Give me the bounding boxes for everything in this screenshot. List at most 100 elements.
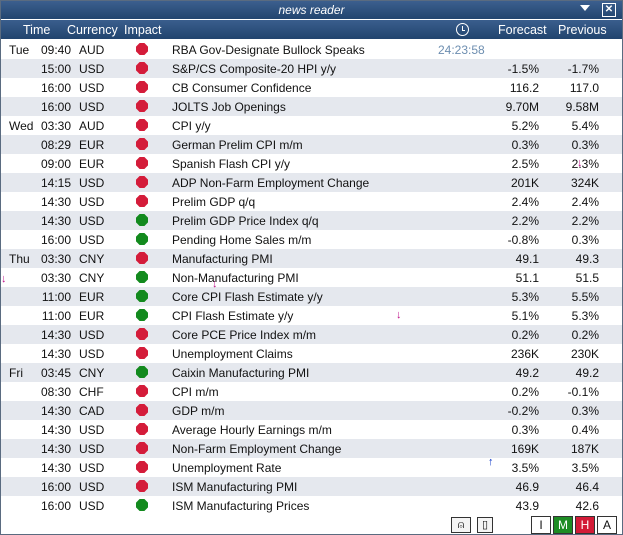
event-time: 14:30 xyxy=(40,195,71,209)
high-impact-icon xyxy=(136,62,148,74)
event-name: German Prelim CPI m/m xyxy=(172,138,303,152)
currency-code: CNY xyxy=(79,271,105,285)
event-name: Pending Home Sales m/m xyxy=(172,233,312,247)
filter-medium-button[interactable]: M xyxy=(553,516,573,534)
previous-value: 0.3% xyxy=(571,138,599,152)
currency-code: USD xyxy=(79,233,105,247)
currency-code: USD xyxy=(79,461,105,475)
forecast-value: 3.5% xyxy=(511,461,539,475)
previous-value: 9.58M xyxy=(565,100,599,114)
header-previous[interactable]: Previous xyxy=(558,23,607,37)
window-mode-icon[interactable]: ▯ xyxy=(477,517,493,533)
currency-code: USD xyxy=(79,347,105,361)
event-time: 14:30 xyxy=(40,461,71,475)
event-row[interactable]: 09:00 EUR Spanish Flash CPI y/y 2.5% 2.3% xyxy=(1,154,622,173)
filter-high-button[interactable]: H xyxy=(575,516,595,534)
medium-impact-icon xyxy=(136,309,148,321)
event-time: 03:30 xyxy=(40,119,71,133)
event-row[interactable]: 03:30 CNY Non-Manufacturing PMI 51.1 51.5 xyxy=(1,268,622,287)
event-row[interactable]: 14:30 USD Prelim GDP q/q 2.4% 2.4% xyxy=(1,192,622,211)
event-row[interactable]: 16:00 USD ISM Manufacturing Prices 43.9 42.6 xyxy=(1,496,622,515)
event-row[interactable]: 14:30 USD Prelim GDP Price Index q/q 2.2% 2.… xyxy=(1,211,622,230)
title-bar[interactable]: news reader ✕ xyxy=(1,1,622,19)
event-name: Caixin Manufacturing PMI xyxy=(172,366,310,380)
high-impact-icon xyxy=(136,252,148,264)
alarm-bell-icon[interactable]: ⍝ xyxy=(451,517,471,533)
previous-value: -1.7% xyxy=(567,62,599,76)
up-arrow-icon: ↑ xyxy=(488,456,494,468)
header-impact[interactable]: Impact xyxy=(124,23,162,37)
event-time: 11:00 xyxy=(41,309,71,323)
currency-code: EUR xyxy=(79,290,105,304)
event-row[interactable]: 14:30 USD Unemployment Rate 3.5% 3.5% xyxy=(1,458,622,477)
event-row[interactable]: 14:30 USD Non-Farm Employment Change 169K 18… xyxy=(1,439,622,458)
event-name: Non-Farm Employment Change xyxy=(172,442,342,456)
down-arrow-icon: ↓ xyxy=(577,157,583,169)
event-row[interactable]: 11:00 EUR CPI Flash Estimate y/y 5.1% 5.3% xyxy=(1,306,622,325)
event-row[interactable]: 14:15 USD ADP Non-Farm Employment Change 20… xyxy=(1,173,622,192)
forecast-value: 43.9 xyxy=(515,499,539,513)
event-row[interactable]: 16:00 USD ISM Manufacturing PMI 46.9 46.4 xyxy=(1,477,622,496)
event-row[interactable]: 16:00 USD CB Consumer Confidence 116.2 117.0 xyxy=(1,78,622,97)
forecast-value: 49.2 xyxy=(515,366,539,380)
event-row[interactable]: 08:29 EUR German Prelim CPI m/m 0.3% 0.3% xyxy=(1,135,622,154)
event-row[interactable]: 15:00 USD S&P/CS Composite-20 HPI y/y -1.5%… xyxy=(1,59,622,78)
forecast-value: -0.2% xyxy=(507,404,539,418)
currency-code: USD xyxy=(79,176,105,190)
forecast-value: 0.2% xyxy=(511,328,539,342)
event-name: Unemployment Claims xyxy=(172,347,293,361)
event-time: 14:30 xyxy=(40,214,71,228)
event-name: Core CPI Flash Estimate y/y xyxy=(172,290,323,304)
event-row[interactable]: 16:00 USD JOLTS Job Openings 9.70M 9.58M xyxy=(1,97,622,116)
event-row[interactable]: 14:30 USD Core PCE Price Index m/m 0.2% 0.2% xyxy=(1,325,622,344)
close-icon[interactable]: ✕ xyxy=(602,3,616,17)
event-row[interactable]: 14:30 USD Unemployment Claims 236K 230K xyxy=(1,344,622,363)
event-name: Non-Manufacturing PMI xyxy=(172,271,299,285)
event-row[interactable]: 16:00 USD Pending Home Sales m/m -0.8% 0.3% xyxy=(1,230,622,249)
event-time: 16:00 xyxy=(40,100,71,114)
previous-value: 2.3% xyxy=(571,157,599,171)
event-row[interactable]: 08:30 CHF CPI m/m 0.2% -0.1% xyxy=(1,382,622,401)
event-time: 16:00 xyxy=(40,480,71,494)
currency-code: EUR xyxy=(79,138,105,152)
currency-code: EUR xyxy=(79,309,105,323)
event-row[interactable]: Wed 03:30 AUD CPI y/y 5.2% 5.4% xyxy=(1,116,622,135)
forecast-value: 5.1% xyxy=(511,309,539,323)
down-arrow-icon: ↓ xyxy=(212,278,218,290)
event-row[interactable]: 14:30 USD Average Hourly Earnings m/m 0.3% 0… xyxy=(1,420,622,439)
filter-low-button[interactable]: I xyxy=(531,516,551,534)
high-impact-icon xyxy=(136,404,148,416)
header-forecast[interactable]: Forecast xyxy=(498,23,547,37)
event-time: 14:15 xyxy=(40,176,71,190)
high-impact-icon xyxy=(136,461,148,473)
previous-value: 0.4% xyxy=(571,423,599,437)
event-row[interactable]: Tue 09:40 AUD RBA Gov-Designate Bullock Spe… xyxy=(1,40,622,59)
countdown-clock-icon xyxy=(456,23,469,36)
event-name: Unemployment Rate xyxy=(172,461,282,475)
previous-value: 5.4% xyxy=(571,119,599,133)
event-name: Spanish Flash CPI y/y xyxy=(172,157,291,171)
down-arrow-icon: ↓ xyxy=(396,309,402,321)
high-impact-icon xyxy=(136,195,148,207)
forecast-value: 2.2% xyxy=(511,214,539,228)
event-time: 16:00 xyxy=(40,499,71,513)
previous-value: 46.4 xyxy=(575,480,599,494)
currency-code: CAD xyxy=(79,404,105,418)
event-row[interactable]: 11:00 EUR Core CPI Flash Estimate y/y 5.3% 5… xyxy=(1,287,622,306)
forecast-value: 116.2 xyxy=(509,81,539,95)
event-time: 03:30 xyxy=(40,252,71,266)
event-row[interactable]: Fri 03:45 CNY Caixin Manufacturing PMI 49.2 4… xyxy=(1,363,622,382)
event-list: Tue 09:40 AUD RBA Gov-Designate Bullock Spe… xyxy=(1,40,622,515)
forecast-value: 201K xyxy=(510,176,539,190)
event-row[interactable]: 14:30 CAD GDP m/m -0.2% 0.3% xyxy=(1,401,622,420)
event-row[interactable]: Thu 03:30 CNY Manufacturing PMI 49.1 49.3 xyxy=(1,249,622,268)
event-name: Prelim GDP Price Index q/q xyxy=(172,214,319,228)
header-time[interactable]: Time xyxy=(23,23,50,37)
high-impact-icon xyxy=(136,480,148,492)
previous-value: 49.2 xyxy=(575,366,599,380)
filter-all-button[interactable]: A xyxy=(597,516,617,534)
forecast-value: 2.4% xyxy=(511,195,539,209)
high-impact-icon xyxy=(136,119,148,131)
dropdown-menu-icon[interactable] xyxy=(580,5,590,11)
header-currency[interactable]: Currency xyxy=(67,23,118,37)
